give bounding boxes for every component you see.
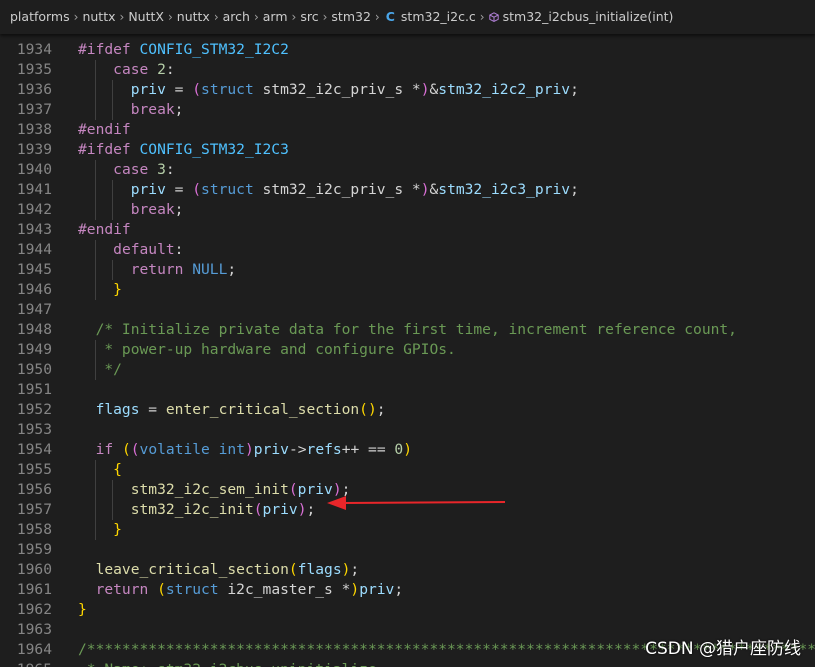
breadcrumb-symbol[interactable]: stm32_i2cbus_initialize(int) xyxy=(503,9,674,24)
chevron-right-icon: › xyxy=(291,10,297,24)
symbol-method-icon xyxy=(488,12,499,22)
breadcrumb-item-1[interactable]: nuttx xyxy=(82,9,115,24)
breadcrumb-item-2[interactable]: NuttX xyxy=(128,9,164,24)
arrow-shaft xyxy=(342,501,506,504)
breadcrumb-item-7[interactable]: stm32 xyxy=(331,9,371,24)
chevron-right-icon: › xyxy=(167,10,173,24)
breadcrumb-item-3[interactable]: nuttx xyxy=(177,9,210,24)
chevron-right-icon: › xyxy=(253,10,259,24)
arrow-head xyxy=(327,496,346,510)
chevron-right-icon: › xyxy=(213,10,219,24)
chevron-right-icon: › xyxy=(322,10,328,24)
chevron-right-icon: › xyxy=(119,10,125,24)
red-arrow-icon xyxy=(327,496,506,510)
code-editor[interactable]: 1933#endif1934#ifdef CONFIG_STM32_I2C219… xyxy=(0,34,815,667)
chevron-right-icon: › xyxy=(374,10,380,24)
breadcrumb-item-4[interactable]: arch xyxy=(223,9,250,24)
chevron-right-icon: › xyxy=(479,10,485,24)
breadcrumb-file[interactable]: stm32_i2c.c xyxy=(401,9,476,24)
breadcrumb-item-0[interactable]: platforms xyxy=(10,9,70,24)
watermark: CSDN @猎户座防线 xyxy=(645,639,801,659)
breadcrumb-item-6[interactable]: src xyxy=(300,9,318,24)
breadcrumb-item-5[interactable]: arm xyxy=(263,9,288,24)
chevron-right-icon: › xyxy=(73,10,79,24)
breadcrumb: platforms › nuttx › NuttX › nuttx › arch › arm › src… xyxy=(0,0,815,34)
c-file-icon: C xyxy=(385,9,395,24)
